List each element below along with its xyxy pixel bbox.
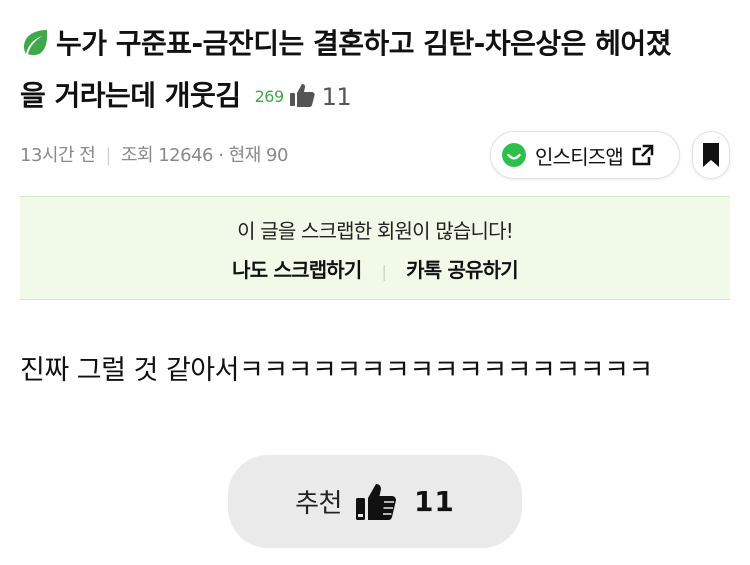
community-name: 인스티즈앱 [535, 144, 624, 169]
kakao-share-button[interactable]: 카톡 공유하기 [406, 258, 519, 282]
post-time: 13시간 전 [20, 145, 96, 166]
leaf-icon [24, 30, 48, 55]
post-title: 누가 구준표-금잔디는 결혼하고 김탄-차은상은 헤어졌 을 거라는데 개웃김 2… [20, 18, 720, 123]
post-title-line-1: 누가 구준표-금잔디는 결혼하고 김탄-차은상은 헤어졌 [20, 18, 720, 70]
scrap-button[interactable]: 나도 스크랩하기 [232, 258, 362, 282]
smile-icon [502, 143, 526, 167]
recommend-label: 추천 [295, 489, 342, 519]
recommend-button[interactable]: 추천 11 [228, 455, 522, 548]
community-link-button[interactable]: 인스티즈앱 [490, 131, 680, 179]
post-meta: 13시간 전 | 조회 12646 · 현재 90 [20, 141, 288, 167]
post-body: 진짜 그럴 것 같아서ㅋㅋㅋㅋㅋㅋㅋㅋㅋㅋㅋㅋㅋㅋㅋㅋㅋ [20, 355, 653, 386]
external-link-icon [632, 144, 654, 166]
scrap-divider: | [381, 262, 387, 281]
post-title-line-2: 을 거라는데 개웃김 269 11 [20, 70, 720, 123]
post-title-text-2: 을 거라는데 개웃김 [20, 79, 241, 112]
like-count: 11 [321, 83, 352, 111]
scrap-banner: 이 글을 스크랩한 회원이 많습니다! 나도 스크랩하기 | 카톡 공유하기 [20, 196, 730, 300]
recommend-count: 11 [413, 485, 455, 518]
bookmark-icon [703, 143, 719, 167]
thumbs-up-icon [355, 483, 396, 520]
scrap-actions: 나도 스크랩하기 | 카톡 공유하기 [20, 254, 730, 283]
post-title-text-1: 누가 구준표-금잔디는 결혼하고 김탄-차은상은 헤어졌 [56, 27, 671, 60]
meta-divider: | [105, 145, 111, 166]
scrap-message: 이 글을 스크랩한 회원이 많습니다! [237, 219, 514, 243]
bookmark-button[interactable] [692, 131, 730, 179]
comment-count[interactable]: 269 [255, 87, 285, 106]
post-views: 조회 12646 · 현재 90 [120, 145, 289, 166]
thumbs-up-icon [289, 84, 315, 107]
